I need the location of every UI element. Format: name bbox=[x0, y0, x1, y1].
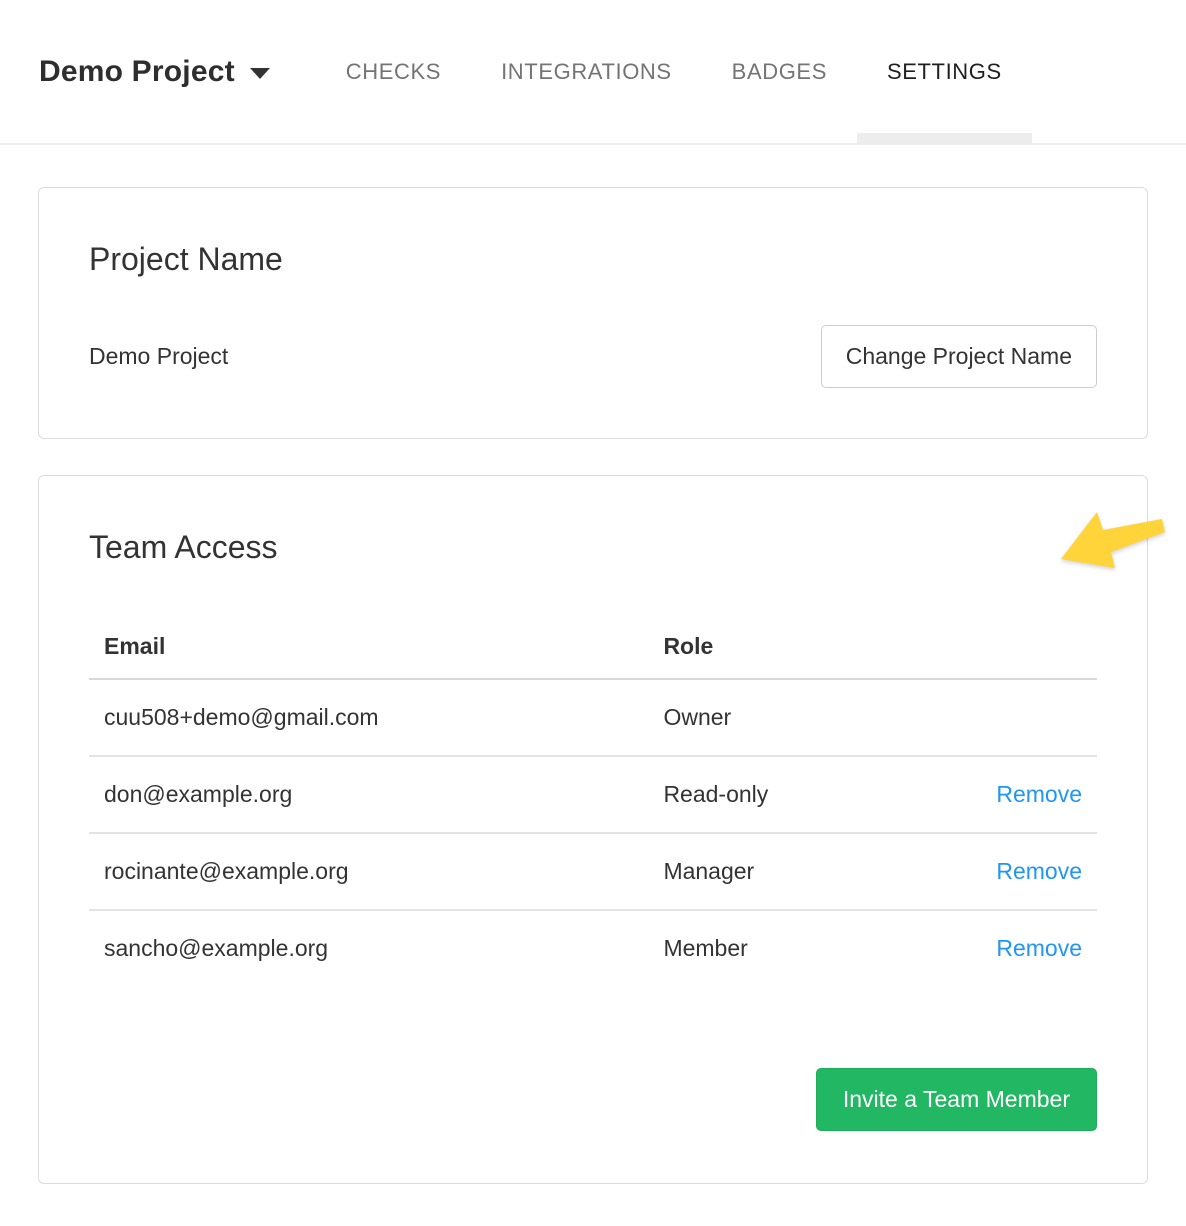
remove-member-link[interactable]: Remove bbox=[996, 935, 1082, 961]
tab-integrations[interactable]: INTEGRATIONS bbox=[471, 0, 702, 143]
member-role: Read-only bbox=[648, 756, 960, 833]
member-email: sancho@example.org bbox=[89, 910, 648, 986]
active-tab-indicator bbox=[857, 133, 1032, 143]
member-email: don@example.org bbox=[89, 756, 648, 833]
current-project-name: Demo Project bbox=[89, 343, 228, 370]
member-email: cuu508+demo@gmail.com bbox=[89, 679, 648, 756]
remove-member-link[interactable]: Remove bbox=[996, 781, 1082, 807]
team-members-table: Email Role cuu508+demo@gmail.com Owner d… bbox=[89, 615, 1097, 986]
tab-checks[interactable]: CHECKS bbox=[316, 0, 471, 143]
tab-settings[interactable]: SETTINGS bbox=[857, 0, 1032, 143]
member-role: Member bbox=[648, 910, 960, 986]
role-column-header: Role bbox=[648, 615, 960, 679]
table-header-row: Email Role bbox=[89, 615, 1097, 679]
member-role: Owner bbox=[648, 679, 960, 756]
action-column-header bbox=[961, 615, 1097, 679]
team-member-row: rocinante@example.org Manager Remove bbox=[89, 833, 1097, 910]
project-name-card-title: Project Name bbox=[89, 242, 1097, 277]
change-project-name-button[interactable]: Change Project Name bbox=[821, 325, 1097, 388]
caret-down-icon bbox=[250, 68, 270, 79]
project-name-card: Project Name Demo Project Change Project… bbox=[38, 187, 1148, 439]
email-column-header: Email bbox=[89, 615, 648, 679]
team-members-table-body: cuu508+demo@gmail.com Owner don@example.… bbox=[89, 679, 1097, 986]
member-email: rocinante@example.org bbox=[89, 833, 648, 910]
tab-label: INTEGRATIONS bbox=[501, 59, 672, 85]
settings-page: Project Name Demo Project Change Project… bbox=[0, 187, 1186, 1222]
project-switcher-dropdown[interactable]: Demo Project bbox=[39, 55, 270, 89]
team-access-card: Team Access Email Role cuu508+demo@gmail… bbox=[38, 475, 1148, 1184]
team-member-row: cuu508+demo@gmail.com Owner bbox=[89, 679, 1097, 756]
top-navigation: Demo Project CHECKS INTEGRATIONS BADGES … bbox=[0, 0, 1186, 145]
project-title: Demo Project bbox=[39, 55, 235, 89]
nav-tabs: CHECKS INTEGRATIONS BADGES SETTINGS bbox=[316, 0, 1032, 143]
tab-badges[interactable]: BADGES bbox=[702, 0, 857, 143]
tab-label: BADGES bbox=[732, 59, 827, 85]
invite-team-member-button[interactable]: Invite a Team Member bbox=[816, 1068, 1097, 1131]
remove-member-link[interactable]: Remove bbox=[996, 858, 1082, 884]
team-member-row: don@example.org Read-only Remove bbox=[89, 756, 1097, 833]
tab-label: SETTINGS bbox=[887, 59, 1002, 85]
team-access-card-title: Team Access bbox=[89, 530, 1097, 565]
tab-label: CHECKS bbox=[346, 59, 441, 85]
team-member-row: sancho@example.org Member Remove bbox=[89, 910, 1097, 986]
member-role: Manager bbox=[648, 833, 960, 910]
